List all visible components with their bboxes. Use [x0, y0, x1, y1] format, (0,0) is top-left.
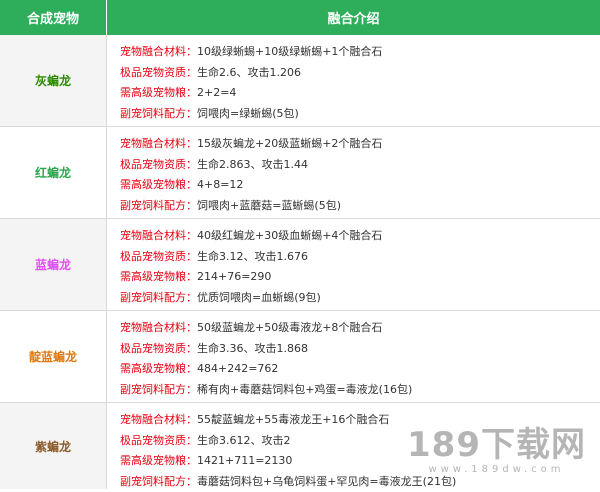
material-line: 宠物融合材料：10级绿蜥蜴+10级绿蜥蜴+1个融合石 [120, 42, 600, 63]
pet-details: 宠物融合材料：50级蓝蝙龙+50级毒液龙+8个融合石 极品宠物资质：生命3.36… [107, 311, 600, 402]
quality-label: 极品宠物资质： [120, 66, 197, 79]
material-line: 宠物融合材料：50级蓝蝙龙+50级毒液龙+8个融合石 [120, 318, 600, 339]
recipe-value: 饲喂肉+蓝蘑菇=蓝蜥蜴(5包) [197, 199, 341, 212]
food-line: 需高级宠物粮：484+242=762 [120, 359, 600, 380]
recipe-line: 副宠饲料配方：稀有肉+毒蘑菇饲料包+鸡蛋=毒液龙(16包) [120, 380, 600, 401]
material-label: 宠物融合材料： [120, 413, 197, 426]
food-line: 需高级宠物粮：2+2=4 [120, 83, 600, 104]
table-row: 蓝蝙龙 宠物融合材料：40级红蝙龙+30级血蜥蜴+4个融合石 极品宠物资质：生命… [0, 219, 600, 311]
pet-fusion-table: 合成宠物 融合介绍 灰蝙龙 宠物融合材料：10级绿蜥蜴+10级绿蜥蜴+1个融合石… [0, 0, 600, 489]
pet-name: 灰蝙龙 [0, 35, 107, 126]
quality-label: 极品宠物资质： [120, 158, 197, 171]
quality-value: 生命2.6、攻击1.206 [197, 66, 301, 79]
food-value: 1421+711=2130 [197, 454, 292, 467]
material-label: 宠物融合材料： [120, 321, 197, 334]
material-value: 40级红蝙龙+30级血蜥蜴+4个融合石 [197, 229, 382, 242]
food-value: 214+76=290 [197, 270, 271, 283]
quality-value: 生命3.12、攻击1.676 [197, 250, 308, 263]
recipe-value: 毒蘑菇饲料包+乌龟饲料蛋+罕见肉=毒液龙王(21包) [197, 475, 456, 488]
food-value: 484+242=762 [197, 362, 278, 375]
quality-value: 生命3.36、攻击1.868 [197, 342, 308, 355]
quality-line: 极品宠物资质：生命2.863、攻击1.44 [120, 155, 600, 176]
food-label: 需高级宠物粮： [120, 86, 197, 99]
recipe-label: 副宠饲料配方： [120, 475, 197, 488]
pet-details: 宠物融合材料：40级红蝙龙+30级血蜥蜴+4个融合石 极品宠物资质：生命3.12… [107, 219, 600, 310]
quality-label: 极品宠物资质： [120, 250, 197, 263]
material-label: 宠物融合材料： [120, 45, 197, 58]
quality-line: 极品宠物资质：生命2.6、攻击1.206 [120, 63, 600, 84]
recipe-line: 副宠饲料配方：饲喂肉+蓝蘑菇=蓝蜥蜴(5包) [120, 196, 600, 217]
table-row: 红蝙龙 宠物融合材料：15级灰蝙龙+20级蓝蜥蜴+2个融合石 极品宠物资质：生命… [0, 127, 600, 219]
pet-name: 蓝蝙龙 [0, 219, 107, 310]
pet-name: 靛蓝蝙龙 [0, 311, 107, 402]
quality-value: 生命3.612、攻击2 [197, 434, 291, 447]
quality-line: 极品宠物资质：生命3.612、攻击2 [120, 431, 600, 452]
recipe-label: 副宠饲料配方： [120, 383, 197, 396]
recipe-line: 副宠饲料配方：优质饲喂肉=血蜥蜴(9包) [120, 288, 600, 309]
food-label: 需高级宠物粮： [120, 178, 197, 191]
pet-details: 宠物融合材料：55靛蓝蝙龙+55毒液龙王+16个融合石 极品宠物资质：生命3.6… [107, 403, 600, 489]
table-header: 合成宠物 融合介绍 [0, 0, 600, 35]
material-line: 宠物融合材料：15级灰蝙龙+20级蓝蜥蜴+2个融合石 [120, 134, 600, 155]
recipe-label: 副宠饲料配方： [120, 199, 197, 212]
material-label: 宠物融合材料： [120, 137, 197, 150]
food-line: 需高级宠物粮：214+76=290 [120, 267, 600, 288]
pet-details: 宠物融合材料：10级绿蜥蜴+10级绿蜥蜴+1个融合石 极品宠物资质：生命2.6、… [107, 35, 600, 126]
material-line: 宠物融合材料：40级红蝙龙+30级血蜥蜴+4个融合石 [120, 226, 600, 247]
material-value: 55靛蓝蝙龙+55毒液龙王+16个融合石 [197, 413, 389, 426]
header-intro: 融合介绍 [107, 0, 600, 35]
pet-details: 宠物融合材料：15级灰蝙龙+20级蓝蜥蜴+2个融合石 极品宠物资质：生命2.86… [107, 127, 600, 218]
quality-line: 极品宠物资质：生命3.36、攻击1.868 [120, 339, 600, 360]
table-row: 紫蝙龙 宠物融合材料：55靛蓝蝙龙+55毒液龙王+16个融合石 极品宠物资质：生… [0, 403, 600, 489]
recipe-label: 副宠饲料配方： [120, 107, 197, 120]
recipe-value: 稀有肉+毒蘑菇饲料包+鸡蛋=毒液龙(16包) [197, 383, 412, 396]
recipe-line: 副宠饲料配方：饲喂肉=绿蜥蜴(5包) [120, 104, 600, 125]
quality-label: 极品宠物资质： [120, 342, 197, 355]
quality-value: 生命2.863、攻击1.44 [197, 158, 308, 171]
food-line: 需高级宠物粮：1421+711=2130 [120, 451, 600, 472]
food-value: 2+2=4 [197, 86, 236, 99]
material-value: 15级灰蝙龙+20级蓝蜥蜴+2个融合石 [197, 137, 382, 150]
material-label: 宠物融合材料： [120, 229, 197, 242]
pet-name: 红蝙龙 [0, 127, 107, 218]
quality-line: 极品宠物资质：生命3.12、攻击1.676 [120, 247, 600, 268]
quality-label: 极品宠物资质： [120, 434, 197, 447]
food-label: 需高级宠物粮： [120, 454, 197, 467]
table-row: 靛蓝蝙龙 宠物融合材料：50级蓝蝙龙+50级毒液龙+8个融合石 极品宠物资质：生… [0, 311, 600, 403]
material-value: 50级蓝蝙龙+50级毒液龙+8个融合石 [197, 321, 382, 334]
food-line: 需高级宠物粮：4+8=12 [120, 175, 600, 196]
header-pet: 合成宠物 [0, 0, 107, 35]
food-label: 需高级宠物粮： [120, 270, 197, 283]
recipe-value: 饲喂肉=绿蜥蜴(5包) [197, 107, 299, 120]
recipe-label: 副宠饲料配方： [120, 291, 197, 304]
recipe-value: 优质饲喂肉=血蜥蜴(9包) [197, 291, 321, 304]
food-label: 需高级宠物粮： [120, 362, 197, 375]
material-value: 10级绿蜥蜴+10级绿蜥蜴+1个融合石 [197, 45, 382, 58]
table-row: 灰蝙龙 宠物融合材料：10级绿蜥蜴+10级绿蜥蜴+1个融合石 极品宠物资质：生命… [0, 35, 600, 127]
pet-name: 紫蝙龙 [0, 403, 107, 489]
food-value: 4+8=12 [197, 178, 243, 191]
material-line: 宠物融合材料：55靛蓝蝙龙+55毒液龙王+16个融合石 [120, 410, 600, 431]
